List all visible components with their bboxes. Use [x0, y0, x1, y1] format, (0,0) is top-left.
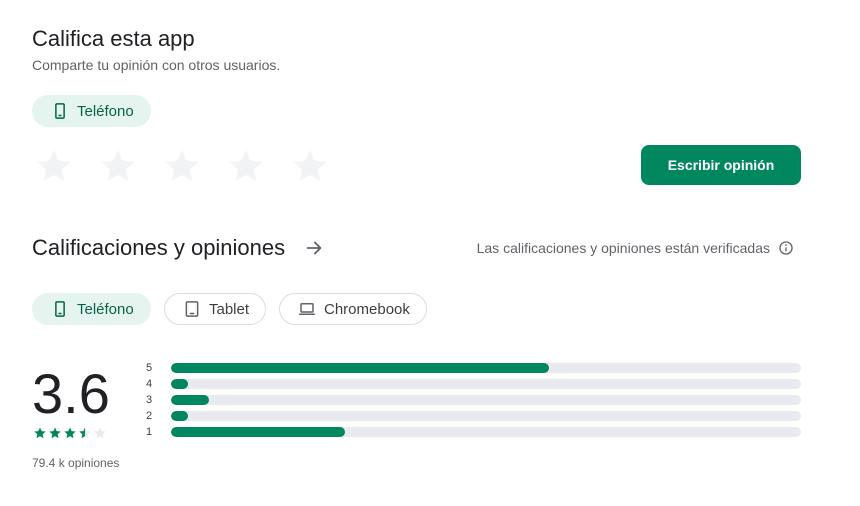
rate-device-chip-phone[interactable]: Teléfono [32, 95, 151, 127]
histogram-label: 2 [146, 410, 153, 422]
histogram-label: 4 [146, 378, 153, 390]
rate-star-5-icon[interactable] [290, 146, 330, 186]
histogram-track [171, 427, 801, 437]
histogram-label: 1 [146, 426, 153, 438]
star-empty-icon [94, 427, 106, 439]
device-tab-tablet[interactable]: Tablet [164, 293, 267, 325]
histogram-track [171, 411, 801, 421]
average-rating: 3.6 [32, 362, 110, 425]
histogram-track [171, 395, 801, 405]
phone-icon [51, 102, 69, 120]
rate-star-2-icon[interactable] [98, 146, 138, 186]
histogram-fill [171, 363, 549, 373]
rate-star-4-icon[interactable] [226, 146, 266, 186]
histogram-row: 2 [146, 410, 801, 422]
star-filled-icon [34, 427, 46, 439]
rate-section-subtitle: Comparte tu opinión con otros usuarios. [32, 57, 281, 73]
device-tab-phone[interactable]: Teléfono [32, 293, 151, 325]
histogram-fill [171, 427, 345, 437]
info-icon[interactable] [778, 240, 794, 256]
histogram-fill [171, 379, 188, 389]
star-rating-input [34, 146, 330, 186]
review-count: 79.4 k opiniones [32, 456, 120, 470]
verified-text: Las calificaciones y opiniones están ver… [476, 240, 770, 256]
phone-icon [51, 300, 69, 318]
star-half-icon [79, 427, 91, 439]
laptop-icon [298, 300, 316, 318]
star-filled-icon [64, 427, 76, 439]
average-stars [33, 426, 107, 440]
histogram-fill [171, 395, 209, 405]
device-tab-chromebook[interactable]: Chromebook [279, 293, 427, 325]
tablet-icon [183, 300, 201, 318]
ratings-section-title: Calificaciones y opiniones [32, 235, 286, 260]
histogram-track [171, 363, 801, 373]
histogram-row: 4 [146, 378, 801, 390]
histogram-label: 3 [146, 394, 153, 406]
rate-device-chip-label: Teléfono [77, 102, 134, 120]
rate-section-title: Califica esta app [32, 26, 195, 51]
histogram-label: 5 [146, 362, 153, 374]
device-tab-label: Tablet [209, 300, 250, 318]
histogram-track [171, 379, 801, 389]
write-review-button[interactable]: Escribir opinión [641, 145, 801, 185]
histogram-row: 1 [146, 426, 801, 438]
device-tab-label: Chromebook [324, 300, 410, 318]
histogram-row: 3 [146, 394, 801, 406]
verified-note: Las calificaciones y opiniones están ver… [477, 240, 794, 256]
arrow-right-icon[interactable] [303, 237, 325, 259]
star-filled-icon [49, 427, 61, 439]
histogram-fill [171, 411, 188, 421]
histogram-row: 5 [146, 362, 801, 374]
ratings-header: Calificaciones y opiniones [32, 235, 325, 261]
rate-star-3-icon[interactable] [162, 146, 202, 186]
rate-star-1-icon[interactable] [34, 146, 74, 186]
device-tab-label: Teléfono [77, 300, 134, 318]
